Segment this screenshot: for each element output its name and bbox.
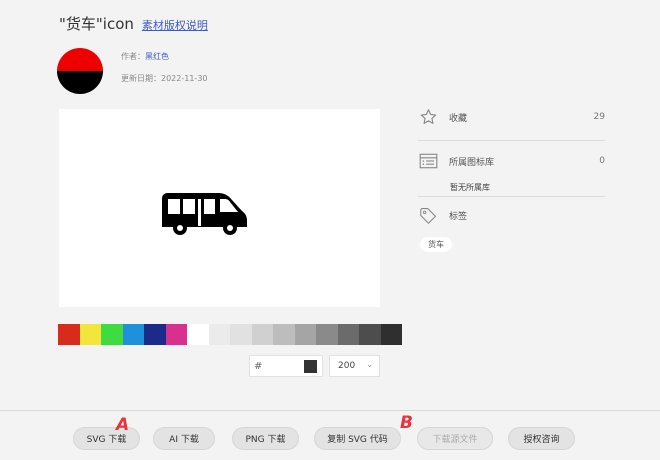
color-swatch[interactable]	[58, 324, 80, 345]
color-swatch[interactable]	[187, 324, 209, 345]
updated-label: 更新日期：	[121, 74, 161, 83]
library-row: 所属图标库 0	[418, 151, 605, 171]
sidebar-divider	[418, 196, 605, 197]
updated-date: 2022-11-30	[161, 74, 208, 83]
hash-symbol: #	[254, 360, 263, 372]
size-value: 200	[338, 361, 356, 371]
svg-download-button[interactable]: SVG 下载	[73, 427, 140, 450]
color-swatch[interactable]	[122, 324, 144, 345]
color-swatch[interactable]	[79, 324, 101, 345]
van-icon	[162, 193, 247, 235]
favorite-count: 29	[593, 112, 605, 122]
color-swatch[interactable]	[380, 324, 402, 345]
library-count: 0	[599, 156, 605, 166]
annotation-b: B	[400, 413, 413, 433]
color-swatch[interactable]	[230, 324, 252, 345]
updated-meta: 更新日期：2022-11-30	[121, 73, 208, 84]
star-icon[interactable]	[418, 107, 438, 127]
chevron-down-icon: ⌄	[366, 360, 373, 369]
favorite-row[interactable]: 收藏 29	[418, 107, 605, 127]
color-swatch[interactable]	[208, 324, 230, 345]
tag-chip[interactable]: 货车	[420, 237, 452, 252]
current-color-chip[interactable]	[304, 360, 317, 373]
color-swatch[interactable]	[101, 324, 123, 345]
author-name-link[interactable]: 黑红色	[145, 52, 169, 61]
color-swatch[interactable]	[273, 324, 295, 345]
color-palette	[58, 324, 402, 345]
annotation-a: A	[116, 415, 130, 435]
size-select[interactable]: 200 ⌄	[329, 355, 380, 377]
library-empty-text: 暂无所属库	[450, 183, 490, 192]
license-link[interactable]: 素材版权说明	[142, 17, 208, 33]
tags-label: 标签	[449, 211, 468, 222]
author-meta: 作者：黑红色	[121, 51, 169, 62]
color-swatch[interactable]	[337, 324, 359, 345]
title-row: "货车"icon 素材版权说明	[59, 13, 208, 34]
tags-row: 标签	[418, 205, 605, 225]
author-label: 作者：	[121, 52, 145, 61]
license-inquiry-button[interactable]: 授权咨询	[508, 427, 575, 450]
author-avatar[interactable]	[57, 48, 103, 94]
color-swatch[interactable]	[165, 324, 187, 345]
color-swatch[interactable]	[294, 324, 316, 345]
library-label: 所属图标库	[449, 157, 495, 168]
color-swatch[interactable]	[251, 324, 273, 345]
sidebar-divider	[418, 140, 605, 141]
icon-title: "货车"icon	[59, 15, 134, 33]
color-swatch[interactable]	[144, 324, 166, 345]
favorite-label: 收藏	[449, 113, 468, 124]
tag-icon	[418, 205, 438, 225]
png-download-button[interactable]: PNG 下载	[232, 427, 299, 450]
ai-download-button[interactable]: AI 下载	[153, 427, 215, 450]
copy-svg-code-button[interactable]: 复制 SVG 代码	[314, 427, 401, 450]
bottom-divider	[0, 410, 660, 411]
color-swatch[interactable]	[359, 324, 381, 345]
download-source-button[interactable]: 下载源文件	[417, 427, 493, 450]
folder-list-icon	[418, 151, 438, 171]
icon-preview	[59, 109, 380, 307]
color-swatch[interactable]	[316, 324, 338, 345]
color-hex-input[interactable]: #	[249, 355, 323, 377]
